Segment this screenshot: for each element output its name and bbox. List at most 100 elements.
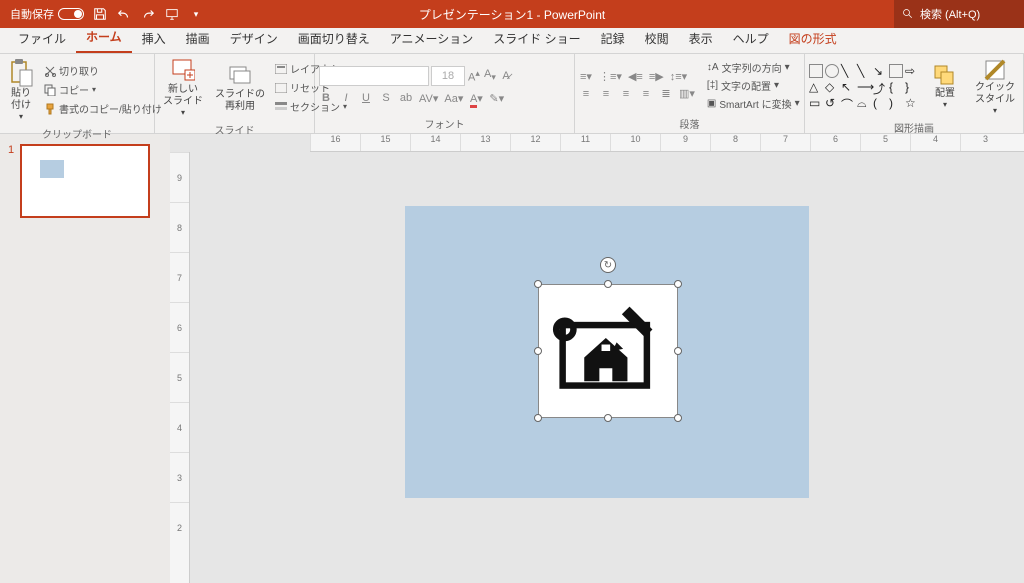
- text-direction-button[interactable]: ↕A 文字列の方向 ▾: [705, 59, 802, 76]
- resize-handle[interactable]: [604, 414, 612, 422]
- distribute-button[interactable]: ≣: [659, 87, 673, 100]
- toggle-off-icon: [58, 8, 84, 20]
- tab-design[interactable]: デザイン: [220, 26, 288, 53]
- resize-handle[interactable]: [604, 280, 612, 288]
- clear-formatting-icon[interactable]: A̷: [499, 70, 513, 82]
- group-clipboard: 貼り付け ▾ 切り取り コピー▾ 書式のコピー/貼り付け クリップボード: [0, 54, 155, 133]
- tab-slideshow[interactable]: スライド ショー: [483, 26, 590, 53]
- thumbnail-number: 1: [8, 144, 14, 218]
- ribbon-tabs: ファイル ホーム 挿入 描画 デザイン 画面切り替え アニメーション スライド …: [0, 28, 1024, 54]
- shapes-gallery[interactable]: ╲ ╲ ↘ ⇨ △ ◇ ↖ ⟶ ⤴ { } ▭ ↺ ⌒ ⌓ ( ) ☆: [809, 64, 919, 110]
- bullets-button[interactable]: ≡▾: [579, 70, 593, 83]
- underline-button[interactable]: U: [359, 92, 373, 104]
- tab-file[interactable]: ファイル: [8, 26, 76, 53]
- align-text-button[interactable]: [‡] 文字の配置 ▾: [705, 77, 802, 94]
- align-right-button[interactable]: ≡: [619, 88, 633, 100]
- new-slide-icon: [171, 58, 195, 84]
- group-font: 18 A▴ A▾ A̷ B I U S ab AV▾ Aa▾ A▾ ✎▾ フォン…: [315, 54, 575, 133]
- autosave-toggle[interactable]: 自動保存: [10, 6, 84, 22]
- tab-view[interactable]: 表示: [679, 26, 723, 53]
- align-left-button[interactable]: ≡: [579, 88, 593, 100]
- reuse-icon: [228, 63, 252, 89]
- group-label-font: フォント: [319, 114, 570, 133]
- tab-home[interactable]: ホーム: [76, 24, 132, 53]
- decrease-indent-button[interactable]: ◀≡: [628, 70, 643, 83]
- arrange-icon: [933, 64, 957, 88]
- undo-icon[interactable]: [116, 6, 132, 22]
- line-spacing-button[interactable]: ↕≡▾: [670, 70, 687, 83]
- save-icon[interactable]: [92, 6, 108, 22]
- new-slide-button[interactable]: 新しい スライド▾: [159, 56, 207, 120]
- horizontal-ruler: 161514131211109876543: [310, 134, 1024, 152]
- resize-handle[interactable]: [674, 414, 682, 422]
- change-case-button[interactable]: Aa▾: [444, 92, 463, 105]
- increase-indent-button[interactable]: ≡▶: [649, 70, 664, 83]
- vertical-ruler: 98765432: [170, 152, 190, 583]
- slide-thumbnail-panel[interactable]: 1: [0, 134, 170, 583]
- start-from-beginning-icon[interactable]: [164, 6, 180, 22]
- highlight-button[interactable]: ✎▾: [489, 92, 504, 105]
- search-box[interactable]: 検索 (Alt+Q): [894, 0, 1024, 28]
- tab-animations[interactable]: アニメーション: [380, 26, 484, 53]
- cut-icon: [44, 65, 56, 77]
- resize-handle[interactable]: [674, 280, 682, 288]
- rotation-handle[interactable]: ↻: [600, 257, 616, 273]
- search-icon: [902, 8, 914, 20]
- tab-record[interactable]: 記録: [591, 26, 635, 53]
- tab-help[interactable]: ヘルプ: [723, 26, 779, 53]
- font-name-combo[interactable]: [319, 66, 429, 86]
- resize-handle[interactable]: [534, 414, 542, 422]
- tab-picture-format[interactable]: 図の形式: [779, 26, 847, 53]
- group-slides: 新しい スライド▾ スライドの 再利用 レイアウト▾ リセット セクション▾ ス…: [155, 54, 315, 133]
- group-label-paragraph: 段落: [579, 114, 800, 133]
- shape-oval-icon[interactable]: [825, 64, 839, 78]
- italic-button[interactable]: I: [339, 92, 353, 104]
- font-size-combo[interactable]: 18: [431, 66, 465, 86]
- autosave-label: 自動保存: [10, 6, 54, 22]
- columns-button[interactable]: ▥▾: [679, 87, 695, 100]
- group-paragraph: ≡▾ ⋮≡▾ ◀≡ ≡▶ ↕≡▾ ≡ ≡ ≡ ≡ ≣ ▥▾ ↕A 文字列の方向 …: [575, 54, 805, 133]
- brush-icon: [44, 103, 56, 115]
- slide-thumbnail-1[interactable]: [20, 144, 150, 218]
- cut-button[interactable]: 切り取り: [42, 62, 164, 79]
- tab-insert[interactable]: 挿入: [132, 26, 176, 53]
- copy-button[interactable]: コピー▾: [42, 81, 164, 98]
- resize-handle[interactable]: [534, 347, 542, 355]
- convert-smartart-button[interactable]: ▣ SmartArt に変換 ▾: [705, 95, 802, 112]
- arrange-button[interactable]: 配置▾: [929, 62, 961, 112]
- section-icon: [275, 102, 287, 112]
- redo-icon[interactable]: [140, 6, 156, 22]
- selected-picture-object[interactable]: ↻: [538, 284, 678, 418]
- bold-button[interactable]: B: [319, 92, 333, 104]
- tab-review[interactable]: 校閲: [635, 26, 679, 53]
- shape-rect-icon[interactable]: [809, 64, 823, 78]
- quick-styles-button[interactable]: クイック スタイル▾: [971, 56, 1019, 118]
- strike-button[interactable]: S: [379, 92, 393, 104]
- shadow-button[interactable]: ab: [399, 92, 413, 104]
- title-bar: 自動保存 ▾ プレゼンテーション1 - PowerPoint 検索 (Alt+Q…: [0, 0, 1024, 28]
- paste-icon: [8, 58, 34, 88]
- slide-canvas-area[interactable]: 161514131211109876543 98765432 ↻: [170, 134, 1024, 583]
- increase-font-icon[interactable]: A▴: [467, 68, 481, 84]
- resize-handle[interactable]: [534, 280, 542, 288]
- group-label-clipboard: クリップボード: [4, 124, 150, 143]
- reuse-slides-button[interactable]: スライドの 再利用: [211, 61, 269, 115]
- numbering-button[interactable]: ⋮≡▾: [599, 70, 622, 83]
- align-center-button[interactable]: ≡: [599, 88, 613, 100]
- qat-dropdown-icon[interactable]: ▾: [188, 6, 204, 22]
- window-title: プレゼンテーション1 - PowerPoint: [419, 6, 605, 23]
- tab-transitions[interactable]: 画面切り替え: [288, 26, 380, 53]
- justify-button[interactable]: ≡: [639, 88, 653, 100]
- resize-handle[interactable]: [674, 347, 682, 355]
- copy-icon: [44, 84, 56, 96]
- font-color-button[interactable]: A▾: [469, 92, 483, 105]
- char-spacing-button[interactable]: AV▾: [419, 92, 438, 105]
- shape-rect2-icon[interactable]: [889, 64, 903, 78]
- quick-styles-icon: [983, 58, 1007, 82]
- format-painter-button[interactable]: 書式のコピー/貼り付け: [42, 100, 164, 117]
- decrease-font-icon[interactable]: A▾: [483, 68, 497, 83]
- tab-draw[interactable]: 描画: [176, 26, 220, 53]
- workspace: 1 161514131211109876543 98765432 ↻: [0, 134, 1024, 583]
- search-placeholder: 検索 (Alt+Q): [920, 6, 980, 22]
- paste-button[interactable]: 貼り付け ▾: [4, 56, 38, 124]
